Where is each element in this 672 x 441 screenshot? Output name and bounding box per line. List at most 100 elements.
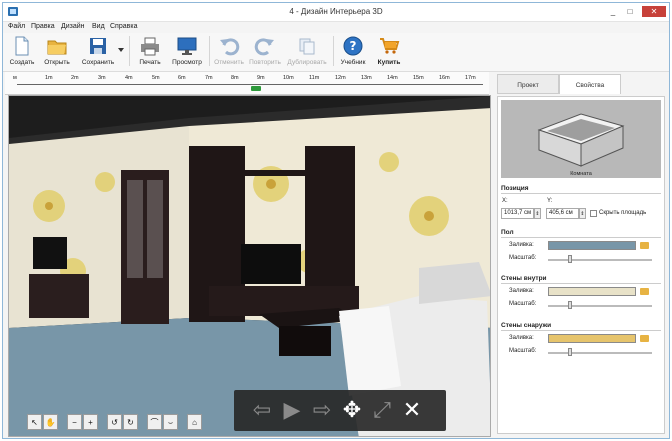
3d-viewport[interactable] (8, 95, 491, 437)
y-spinner-icon[interactable]: ⇕ (579, 208, 586, 219)
walls-out-scale-slider[interactable] (548, 352, 652, 354)
undo-icon (220, 38, 240, 56)
position-title: Позиция (501, 185, 529, 192)
tilt-down-button[interactable]: ⌣ (163, 414, 178, 430)
walls-out-scale-thumb[interactable] (568, 348, 572, 356)
preview-label: Просмотр (172, 59, 202, 66)
floor-scale-label: Масштаб: (509, 255, 537, 261)
rotate-right-button[interactable]: ↻ (123, 414, 138, 430)
redo-label: Повторить (249, 59, 281, 66)
position-section: Позиция (501, 185, 661, 194)
zoom-in-button[interactable]: + (83, 414, 98, 430)
maximize-button[interactable]: □ (623, 6, 637, 17)
walk-control-bar: ⇦ ▶ ⇨ ✥ ⤢ ✕ (234, 390, 446, 431)
tilt-up-button[interactable]: ⌒ (147, 414, 162, 430)
walls-in-scale-label: Масштаб: (509, 301, 537, 307)
menu-file[interactable]: Файл (8, 23, 25, 30)
menu-edit[interactable]: Правка (31, 23, 55, 30)
zoom-out-button[interactable]: − (67, 414, 82, 430)
section-divider (501, 330, 661, 331)
move-icon[interactable]: ✥ (338, 396, 366, 424)
resize-icon[interactable]: ⤢ (368, 396, 396, 424)
hide-area-checkbox[interactable] (590, 210, 597, 217)
ruler-tick: 3m (98, 75, 106, 81)
y-position-input[interactable]: 405,6 см (546, 208, 579, 219)
undo-button[interactable]: Отменить (211, 34, 247, 69)
floor-section: Пол (501, 229, 661, 238)
print-label: Печать (139, 59, 161, 66)
save-dropdown[interactable] (117, 34, 125, 69)
preview-button[interactable]: Просмотр (169, 34, 205, 69)
hand-tool-button[interactable]: ✋ (43, 414, 58, 430)
walls-out-fill-swatch[interactable] (548, 334, 636, 343)
toolbar-separator (333, 36, 334, 66)
ruler-tick: 11m (309, 75, 320, 81)
rotate-left-button[interactable]: ↺ (107, 414, 122, 430)
tv-left (33, 237, 67, 269)
ruler-tick: 15m (413, 75, 424, 81)
ruler: м 1m 2m 3m 4m 5m 6m 7m 8m 9m 10m 11m 12m… (5, 72, 489, 95)
floor-title: Пол (501, 229, 514, 236)
menu-view[interactable]: Вид (92, 23, 105, 30)
tab-properties[interactable]: Свойства (559, 74, 621, 94)
walls-in-title: Стены внутри (501, 275, 547, 282)
close-button[interactable]: ✕ (642, 6, 666, 17)
monitor-icon (177, 37, 197, 55)
tab-project[interactable]: Проект (497, 74, 559, 94)
tv-center (241, 244, 301, 284)
walls-in-section: Стены внутри (501, 275, 661, 284)
redo-button[interactable]: Повторить (247, 34, 283, 69)
floor-scale-slider[interactable] (548, 259, 652, 261)
ruler-marker[interactable] (251, 86, 261, 91)
menu-design[interactable]: Дизайн (61, 23, 85, 30)
forward-arrow-icon[interactable]: ⇨ (308, 396, 336, 424)
tutorial-button[interactable]: ? Учебник (337, 34, 369, 69)
open-label: Открыть (44, 59, 70, 66)
tv-stand-left (29, 274, 89, 318)
floppy-icon (90, 38, 106, 54)
undo-label: Отменить (214, 59, 244, 66)
save-button[interactable]: Сохранить (79, 34, 117, 69)
new-file-icon (15, 36, 29, 56)
walls-out-folder-icon[interactable] (640, 335, 649, 342)
ruler-tick: 1m (45, 75, 53, 81)
back-arrow-icon[interactable]: ⇦ (248, 396, 276, 424)
walls-in-scale-thumb[interactable] (568, 301, 572, 309)
home-view-button[interactable]: ⌂ (187, 414, 202, 430)
x-position-input[interactable]: 1013,7 см (501, 208, 534, 219)
duplicate-icon (299, 38, 315, 55)
close-overlay-icon[interactable]: ✕ (398, 396, 426, 424)
window-title: 4 - Дизайн Интерьера 3D (289, 7, 383, 16)
redo-icon (254, 38, 274, 56)
walls-in-fill-swatch[interactable] (548, 287, 636, 296)
open-button[interactable]: Открыть (41, 34, 73, 69)
buy-button[interactable]: Купить (373, 34, 405, 69)
floor-folder-icon[interactable] (640, 242, 649, 249)
menu-bar: Файл Правка Дизайн Вид Справка (3, 22, 669, 33)
walls-in-scale-slider[interactable] (548, 305, 652, 307)
floor-fill-swatch[interactable] (548, 241, 636, 250)
y-label: Y: (547, 198, 553, 204)
x-spinner-icon[interactable]: ⇕ (534, 208, 541, 219)
save-label: Сохранить (81, 59, 115, 66)
section-divider (501, 193, 661, 194)
minimize-button[interactable]: _ (606, 6, 620, 17)
walls-out-title: Стены снаружи (501, 322, 552, 329)
play-icon[interactable]: ▶ (278, 396, 306, 424)
create-button[interactable]: Создать (7, 34, 37, 69)
wall-unit-shelf (245, 170, 305, 176)
toolbar-separator (129, 36, 130, 66)
duplicate-button[interactable]: Дублировать (285, 34, 329, 69)
help-icon: ? (343, 36, 363, 56)
pointer-tool-button[interactable]: ↖ (27, 414, 42, 430)
floor-scale-thumb[interactable] (568, 255, 572, 263)
print-button[interactable]: Печать (135, 34, 165, 69)
walls-out-scale-label: Масштаб: (509, 348, 537, 354)
hide-area-label: Скрыть площадь (599, 210, 647, 216)
walls-in-folder-icon[interactable] (640, 288, 649, 295)
menu-help[interactable]: Справка (110, 23, 137, 30)
walls-out-section: Стены снаружи (501, 322, 661, 331)
title-bar: 4 - Дизайн Интерьера 3D _ □ ✕ (3, 3, 669, 22)
ruler-tick: 4m (125, 75, 133, 81)
ruler-tick: 12m (335, 75, 346, 81)
